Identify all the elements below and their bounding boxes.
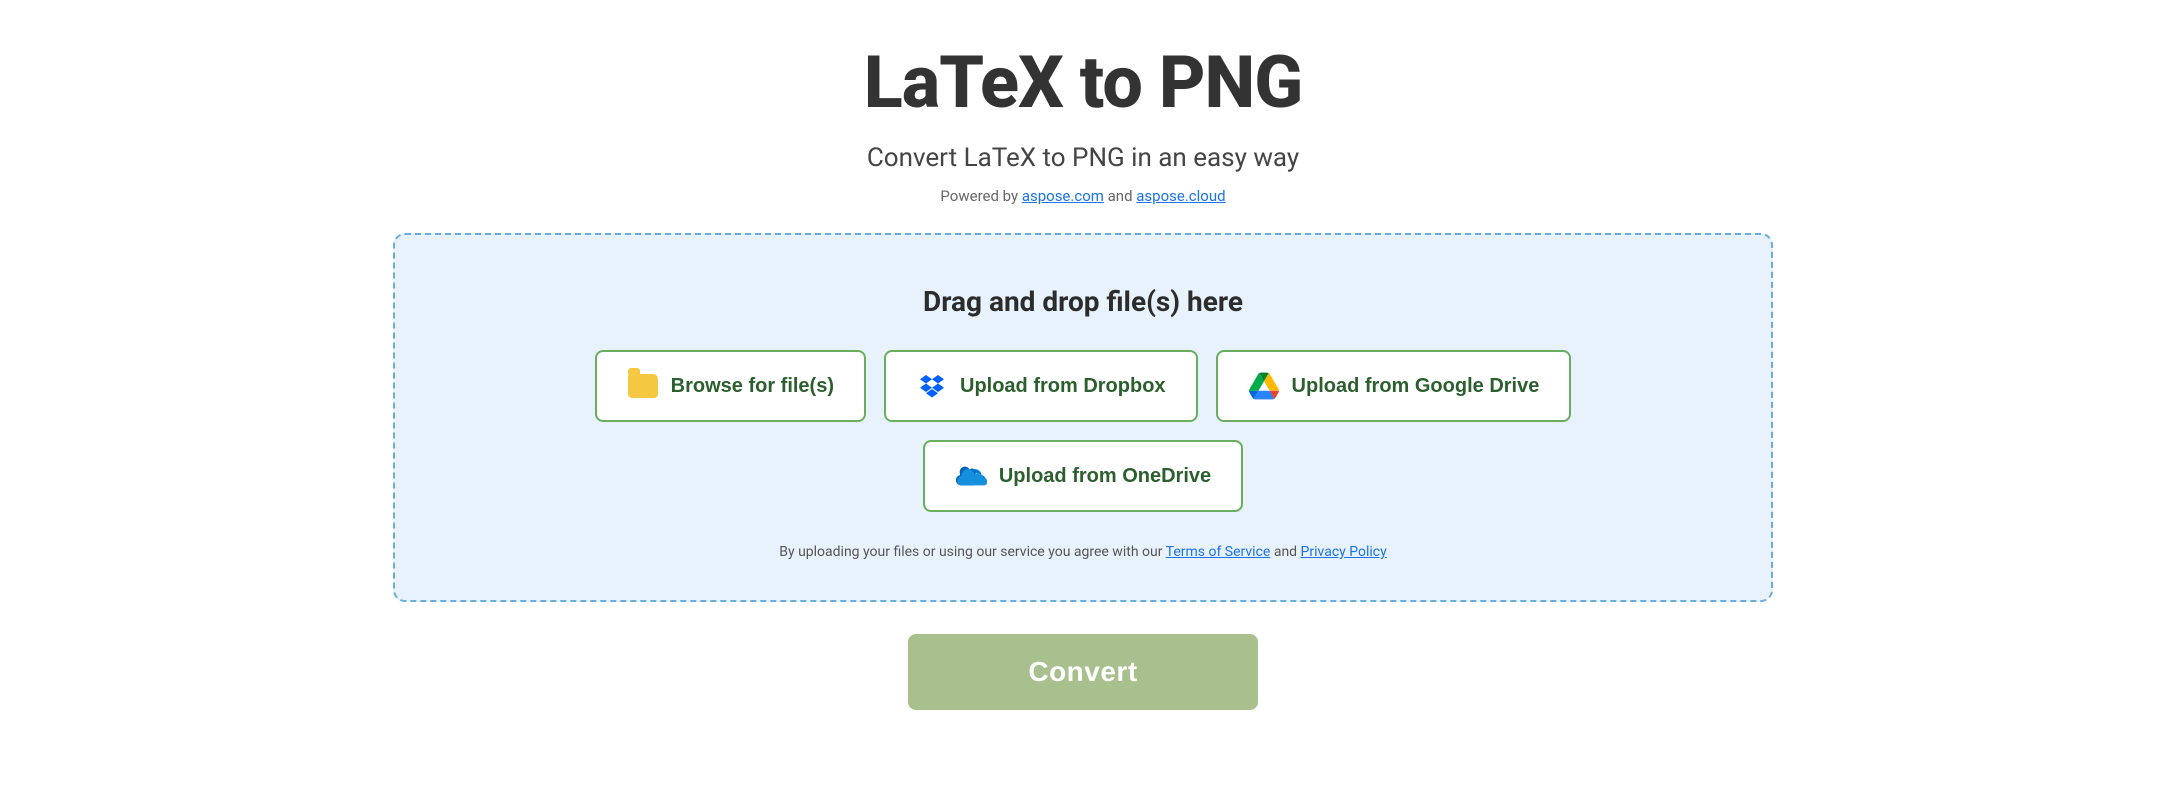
google-drive-icon [1248,370,1280,402]
privacy-policy-link[interactable]: Privacy Policy [1301,544,1387,560]
terms-of-service-link[interactable]: Terms of Service [1166,544,1271,560]
terms-text: By uploading your files or using our ser… [779,544,1386,560]
convert-button[interactable]: Convert [908,634,1257,710]
page-title: LaTeX to PNG [864,40,1303,125]
powered-by-text: Powered by aspose.com and aspose.cloud [940,187,1225,205]
drop-zone[interactable]: Drag and drop file(s) here Browse for fi… [393,233,1773,602]
onedrive-button[interactable]: Upload from OneDrive [923,440,1243,512]
dropbox-icon [916,370,948,402]
page-subtitle: Convert LaTeX to PNG in an easy way [867,143,1299,173]
aspose-com-link[interactable]: aspose.com [1022,187,1104,205]
onedrive-icon [955,460,987,492]
browse-button[interactable]: Browse for file(s) [595,350,866,422]
dropbox-button[interactable]: Upload from Dropbox [884,350,1198,422]
drop-zone-title: Drag and drop file(s) here [923,285,1243,318]
upload-buttons-group: Browse for file(s) Upload from Dropbox [435,350,1731,512]
aspose-cloud-link[interactable]: aspose.cloud [1136,187,1225,205]
google-drive-button[interactable]: Upload from Google Drive [1216,350,1572,422]
folder-icon [627,370,659,402]
